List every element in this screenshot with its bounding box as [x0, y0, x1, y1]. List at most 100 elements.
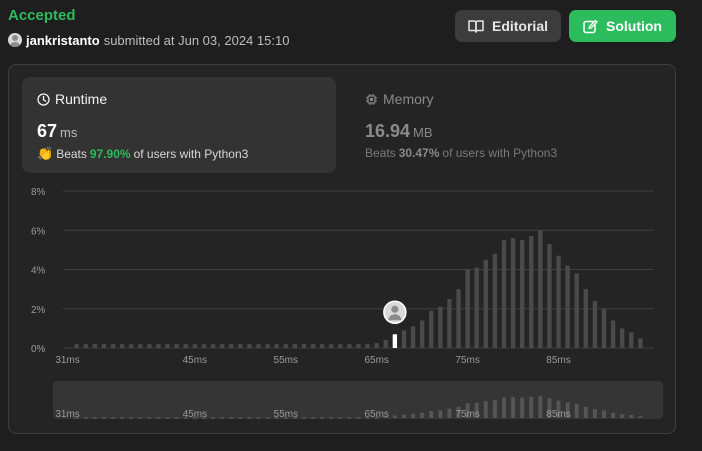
editorial-label: Editorial	[491, 18, 548, 34]
mini-bar	[502, 397, 506, 418]
bar	[574, 273, 579, 348]
result-header: Accepted jankristanto submitted at Jun 0…	[0, 0, 702, 56]
bar	[638, 338, 643, 348]
bar	[283, 344, 288, 348]
mini-bar	[602, 410, 606, 418]
bar	[529, 236, 534, 348]
bar	[383, 340, 388, 348]
bar	[138, 344, 143, 348]
bar	[601, 308, 607, 348]
mini-bar	[165, 417, 170, 419]
mini-bar	[265, 417, 270, 419]
bar	[447, 298, 452, 348]
bar	[338, 344, 343, 348]
mini-bar	[429, 410, 434, 418]
mini-bar	[401, 414, 406, 418]
mini-bar	[220, 417, 225, 419]
mini-bar	[83, 417, 88, 419]
mini-bar	[620, 414, 625, 418]
y-tick-label: 8%	[31, 187, 46, 198]
mini-bar	[420, 412, 425, 418]
bar	[129, 344, 134, 348]
bar	[156, 344, 161, 348]
bar	[256, 344, 261, 348]
status-accepted: Accepted	[8, 7, 76, 24]
bar	[101, 344, 107, 348]
bar	[547, 243, 552, 348]
y-tick-label: 6%	[31, 226, 46, 237]
bar	[319, 344, 325, 348]
bar	[374, 343, 379, 348]
bar	[429, 310, 434, 348]
mini-bar	[147, 417, 152, 419]
bar	[92, 344, 98, 348]
mini-x-tick-label: 85ms	[546, 409, 570, 420]
bar	[356, 344, 361, 348]
mini-bar	[129, 417, 134, 419]
mini-bar	[111, 417, 115, 419]
y-tick-label: 0%	[31, 344, 46, 355]
runtime-distribution-chart: 0% 2% 4% 6% 8% 31ms 45ms 55ms 65ms 75ms 85ms 31ms 45…	[31, 187, 654, 420]
mini-bar	[438, 410, 443, 418]
mini-bar	[411, 413, 416, 418]
mini-bar	[492, 400, 497, 418]
bar	[629, 332, 634, 348]
bar	[165, 344, 170, 348]
bar	[401, 330, 407, 348]
bar	[292, 344, 298, 348]
bar	[474, 267, 479, 348]
user-avatar-head	[391, 305, 399, 313]
mini-bar	[583, 406, 588, 418]
bar	[592, 300, 598, 348]
solution-button[interactable]: Solution	[569, 10, 676, 42]
bar	[110, 344, 116, 348]
mini-bar	[347, 417, 352, 419]
bar	[519, 240, 525, 348]
avatar[interactable]	[8, 33, 22, 47]
mini-bar	[329, 417, 334, 419]
bar	[201, 344, 207, 348]
mini-bar	[256, 417, 261, 419]
bar	[438, 306, 443, 348]
bar	[465, 269, 470, 348]
bar	[410, 326, 416, 348]
mini-bar	[611, 412, 616, 418]
x-tick-label: 75ms	[455, 355, 479, 366]
bar	[310, 344, 316, 348]
editorial-button[interactable]: Editorial	[455, 10, 561, 42]
bar	[538, 230, 543, 348]
mini-bar	[520, 397, 525, 418]
submitted-timestamp: submitted at Jun 03, 2024 15:10	[103, 32, 290, 48]
y-tick-label: 2%	[31, 305, 46, 316]
mini-x-tick-label: 55ms	[274, 409, 298, 420]
bar	[183, 344, 188, 348]
username-link[interactable]: jankristanto	[26, 33, 100, 48]
bar	[583, 289, 588, 348]
mini-bar	[120, 417, 125, 419]
mini-bar	[320, 417, 325, 419]
mini-bar	[92, 417, 97, 419]
bar	[210, 344, 216, 348]
bar	[565, 265, 570, 348]
mini-bar	[301, 417, 306, 419]
bar	[219, 344, 225, 348]
book-icon	[468, 20, 484, 33]
bar	[619, 328, 625, 348]
edit-icon	[583, 19, 598, 33]
bar	[483, 259, 488, 348]
mini-bar	[592, 409, 597, 418]
bar	[329, 344, 334, 348]
mini-bar	[638, 416, 643, 418]
bar	[174, 344, 179, 348]
x-tick-label: 45ms	[183, 355, 207, 366]
mini-bar	[247, 417, 252, 419]
bar	[274, 344, 279, 348]
bar	[365, 344, 370, 348]
mini-bar	[629, 415, 634, 418]
mini-bar	[156, 417, 161, 419]
bar	[247, 344, 252, 348]
bar	[556, 255, 561, 348]
mini-bar	[529, 396, 534, 418]
mini-bar	[229, 417, 234, 419]
mini-bar	[311, 417, 316, 419]
